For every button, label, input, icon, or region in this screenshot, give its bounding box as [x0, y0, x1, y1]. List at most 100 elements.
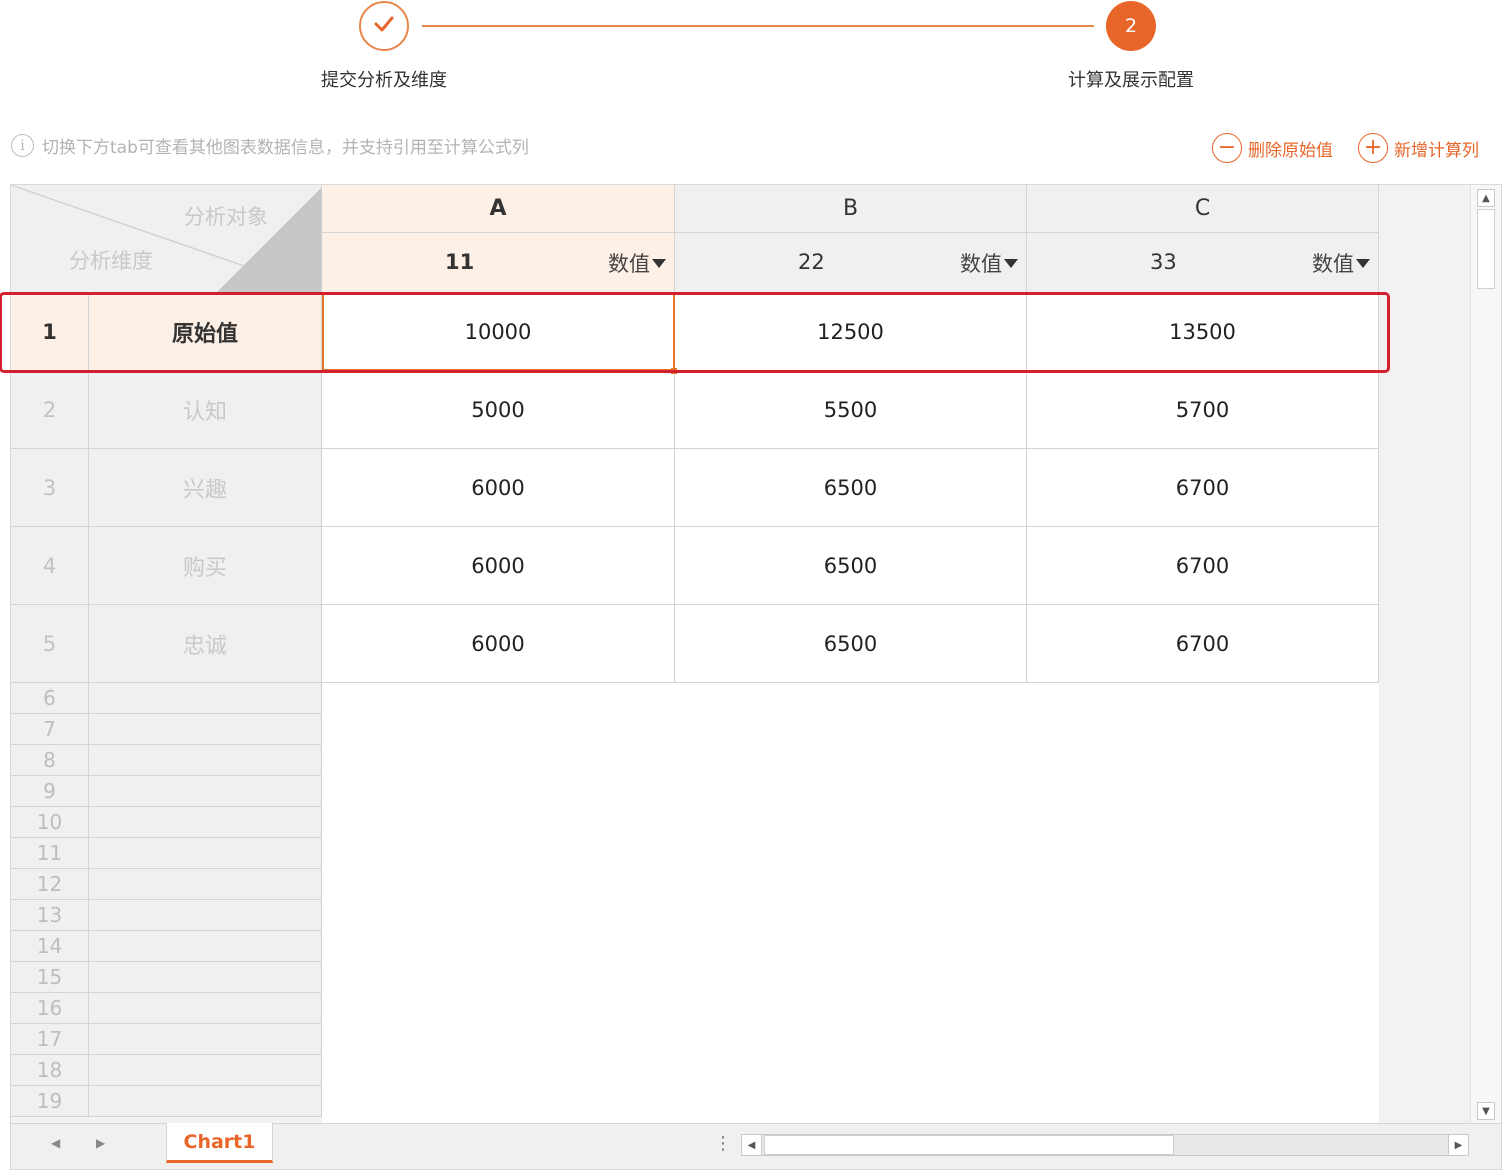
- row-dimension-name[interactable]: 认知: [89, 371, 322, 449]
- row-number[interactable]: 17: [11, 1024, 89, 1055]
- table-cell[interactable]: 5700: [1027, 371, 1379, 449]
- row-dimension-name[interactable]: [89, 683, 322, 714]
- row-number[interactable]: 2: [11, 371, 89, 449]
- row-dimension-name[interactable]: [89, 745, 322, 776]
- row-number[interactable]: 19: [11, 1086, 89, 1117]
- row-number[interactable]: 7: [11, 714, 89, 745]
- caret-down-icon: [1004, 258, 1018, 268]
- column-header-c[interactable]: C: [1027, 185, 1379, 233]
- row-number[interactable]: 3: [11, 449, 89, 527]
- check-icon: [373, 15, 395, 37]
- table-cell[interactable]: 5000: [322, 371, 675, 449]
- row-dimension-name[interactable]: [89, 1086, 322, 1117]
- table-cell[interactable]: 12500: [675, 293, 1027, 371]
- step-1-indicator[interactable]: [359, 1, 409, 51]
- column-field-c[interactable]: 33 数值: [1027, 233, 1379, 293]
- corner-object-label: 分析对象: [184, 205, 268, 229]
- vertical-dots-icon[interactable]: ⋮: [714, 1133, 732, 1154]
- tab-next-icon[interactable]: ▶: [96, 1136, 105, 1150]
- row-dimension-name[interactable]: [89, 993, 322, 1024]
- minus-circle-icon: −: [1212, 133, 1242, 163]
- row-number[interactable]: 1: [11, 293, 89, 371]
- scroll-up-icon[interactable]: ▲: [1477, 189, 1495, 207]
- row-dimension-name[interactable]: [89, 900, 322, 931]
- remove-original-label: 删除原始值: [1248, 140, 1333, 161]
- caret-down-icon: [1356, 258, 1370, 268]
- column-header-a[interactable]: A: [322, 185, 675, 233]
- scroll-left-icon[interactable]: ◀: [742, 1135, 762, 1155]
- column-field-b[interactable]: 22 数值: [675, 233, 1027, 293]
- table-cell[interactable]: 6000: [322, 605, 675, 683]
- vertical-scroll-thumb[interactable]: [1477, 209, 1495, 289]
- row-dimension-name[interactable]: 购买: [89, 527, 322, 605]
- table-cell[interactable]: 6500: [675, 527, 1027, 605]
- row-number[interactable]: 16: [11, 993, 89, 1024]
- row-dimension-name[interactable]: [89, 776, 322, 807]
- row-number[interactable]: 14: [11, 931, 89, 962]
- row-dimension-name[interactable]: [89, 1024, 322, 1055]
- info-icon: i: [11, 134, 34, 157]
- row-number[interactable]: 18: [11, 1055, 89, 1086]
- tab-chart1[interactable]: Chart1: [166, 1123, 273, 1163]
- sheet-tab-bar: ◀ ▶ Chart1 ⋮ ◀ ▶: [11, 1123, 1501, 1169]
- vertical-scrollbar[interactable]: ▲ ▼: [1470, 185, 1501, 1123]
- table-cell[interactable]: 6500: [675, 605, 1027, 683]
- table-cell[interactable]: 6700: [1027, 449, 1379, 527]
- step-2-label: 计算及展示配置: [1068, 70, 1194, 91]
- column-field-name: 33: [1150, 250, 1177, 274]
- row-dimension-name[interactable]: [89, 807, 322, 838]
- corner-diagonal: [11, 185, 321, 292]
- scroll-right-icon[interactable]: ▶: [1448, 1135, 1468, 1155]
- row-number[interactable]: 12: [11, 869, 89, 900]
- fill-handle[interactable]: [671, 368, 677, 374]
- table-cell[interactable]: 6700: [1027, 605, 1379, 683]
- row-dimension-name[interactable]: [89, 838, 322, 869]
- remove-original-button[interactable]: − 删除原始值: [1212, 133, 1333, 163]
- row-dimension-name[interactable]: [89, 869, 322, 900]
- row-dimension-name[interactable]: [89, 931, 322, 962]
- row-dimension-name[interactable]: [89, 714, 322, 745]
- table-cell[interactable]: 5500: [675, 371, 1027, 449]
- column-type-dropdown[interactable]: 数值: [1312, 248, 1370, 278]
- row-number[interactable]: 11: [11, 838, 89, 869]
- tab-prev-icon[interactable]: ◀: [51, 1136, 60, 1150]
- row-number[interactable]: 5: [11, 605, 89, 683]
- row-dimension-name[interactable]: 兴趣: [89, 449, 322, 527]
- scroll-down-icon[interactable]: ▼: [1477, 1102, 1495, 1120]
- empty-grid-area[interactable]: [322, 683, 1379, 1123]
- add-column-button[interactable]: + 新增计算列: [1358, 133, 1479, 163]
- column-field-name: 11: [445, 250, 475, 274]
- data-sheet: 分析对象 分析维度 A 11 数值 B 22 数值 C 33 数值 1 原始值 …: [0, 184, 1502, 1170]
- table-cell[interactable]: 6500: [675, 449, 1027, 527]
- column-type-label: 数值: [960, 252, 1002, 276]
- step-2-number: 2: [1124, 15, 1138, 37]
- row-number[interactable]: 13: [11, 900, 89, 931]
- step-2-indicator[interactable]: 2: [1106, 1, 1156, 51]
- plus-circle-icon: +: [1358, 133, 1388, 163]
- corner-header: 分析对象 分析维度: [11, 185, 322, 293]
- horizontal-scrollbar[interactable]: ◀ ▶: [741, 1134, 1469, 1156]
- column-type-dropdown[interactable]: 数值: [608, 248, 666, 278]
- horizontal-scroll-thumb[interactable]: [764, 1135, 1174, 1155]
- table-cell[interactable]: 6700: [1027, 527, 1379, 605]
- table-cell[interactable]: 6000: [322, 527, 675, 605]
- column-header-b[interactable]: B: [675, 185, 1027, 233]
- column-type-label: 数值: [1312, 252, 1354, 276]
- row-number[interactable]: 10: [11, 807, 89, 838]
- row-number[interactable]: 9: [11, 776, 89, 807]
- row-number[interactable]: 6: [11, 683, 89, 714]
- info-text: 切换下方tab可查看其他图表数据信息，并支持引用至计算公式列: [42, 138, 529, 158]
- row-number[interactable]: 4: [11, 527, 89, 605]
- table-cell[interactable]: 13500: [1027, 293, 1379, 371]
- column-field-a[interactable]: 11 数值: [322, 233, 675, 293]
- column-type-dropdown[interactable]: 数值: [960, 248, 1018, 278]
- row-number[interactable]: 8: [11, 745, 89, 776]
- table-cell[interactable]: 10000: [322, 293, 675, 371]
- row-dimension-name[interactable]: [89, 1055, 322, 1086]
- add-column-label: 新增计算列: [1394, 140, 1479, 161]
- row-number[interactable]: 15: [11, 962, 89, 993]
- row-dimension-name[interactable]: 忠诚: [89, 605, 322, 683]
- row-dimension-name[interactable]: [89, 962, 322, 993]
- row-dimension-name[interactable]: 原始值: [89, 293, 322, 371]
- table-cell[interactable]: 6000: [322, 449, 675, 527]
